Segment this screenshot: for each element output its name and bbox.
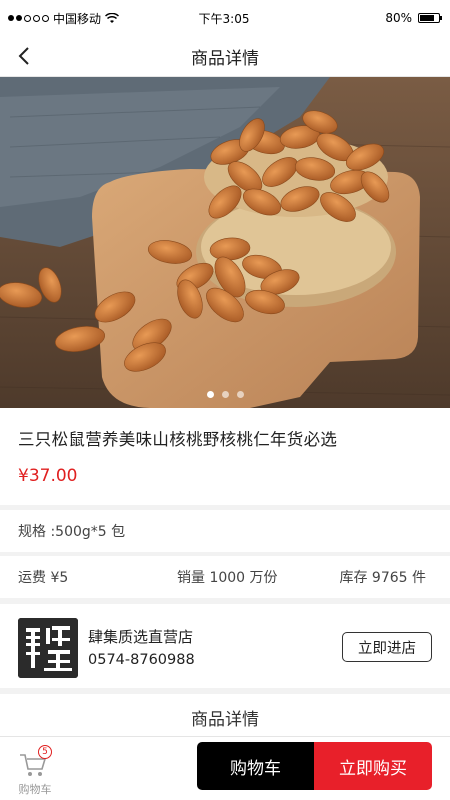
spec-row[interactable]: 规格 :500g*5 包 [0,510,450,552]
product-info: 三只松鼠营养美味山核桃野核桃仁年货必选 ¥37.00 [0,408,450,505]
page-title: 商品详情 [191,48,259,69]
shop-card: 肆集质选直营店 0574-8760988 立即进店 [0,604,450,688]
pager-dot [206,391,214,398]
buy-now-button[interactable]: 立即购买 [314,742,432,790]
spec-text: 规格 :500g*5 包 [18,524,126,540]
shop-logo [18,618,78,678]
product-image-carousel[interactable] [0,77,450,408]
shop-phone[interactable]: 0574-8760988 [88,652,195,668]
status-time: 下午3:05 [198,11,250,26]
battery-icon [418,13,442,23]
carrier-label: 中国移动 [53,11,102,26]
status-left: 中国移动 [0,10,158,27]
cart-badge: 5 [38,745,52,759]
wifi-icon [105,12,120,23]
battery-percent: 80% [385,11,412,25]
shipping-fee: 运费 ¥5 [18,570,69,586]
cart-shortcut[interactable]: 5 购物车 [12,743,58,796]
product-price: ¥37.00 [18,466,78,486]
add-to-cart-button[interactable]: 购物车 [197,742,314,790]
enter-shop-button[interactable]: 立即进店 [342,632,432,662]
signal-icon [8,14,49,22]
stock-count: 库存 9765 件 [339,570,426,586]
cart-label: 购物车 [18,783,52,796]
shop-name: 肆集质选直营店 [88,628,194,646]
status-bar: 中国移动 下午3:05 80% [0,0,450,36]
nav-bar: 商品详情 [0,36,450,77]
pager-dot [221,391,229,398]
product-title: 三只松鼠营养美味山核桃野核桃仁年货必选 [18,430,338,449]
carousel-pager [0,391,450,398]
back-button[interactable] [10,42,38,70]
status-right: 80% [290,11,450,25]
stats-row: 运费 ¥5 销量 1000 万份 库存 9765 件 [0,556,450,598]
detail-section-title: 商品详情 [0,694,450,740]
product-photo [0,77,450,408]
chevron-left-icon [18,47,29,65]
sales-count: 销量 1000 万份 [177,570,278,586]
pager-dot [236,391,244,398]
bottom-action-bar: 5 购物车 购物车 立即购买 [0,736,450,800]
